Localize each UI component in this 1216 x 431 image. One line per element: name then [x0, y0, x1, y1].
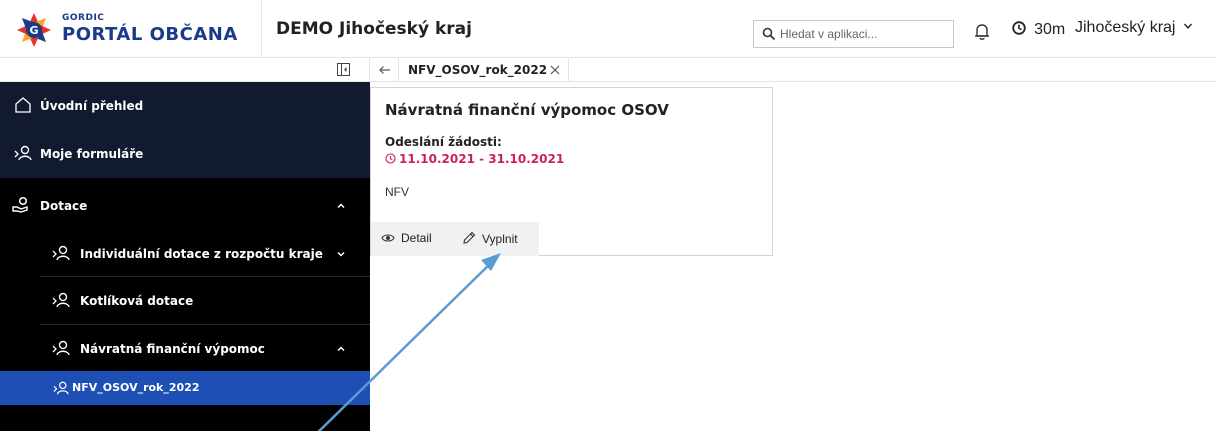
- header-divider: [261, 0, 262, 58]
- sidebar-toolbar: [0, 58, 370, 82]
- chevron-up-icon: [337, 346, 345, 352]
- chevron-up-icon: [337, 203, 345, 209]
- vyplnit-button[interactable]: Vyplnit: [462, 231, 518, 246]
- user-path-icon: [52, 245, 70, 261]
- tab-divider: [568, 58, 569, 82]
- bell-icon[interactable]: [973, 22, 991, 42]
- region-selector[interactable]: Jihočeský kraj: [1075, 19, 1193, 37]
- sidebar-item-nfv-osov-rok-2022[interactable]: NFV_OSOV_rok_2022: [0, 371, 370, 405]
- user-path-icon: [52, 292, 70, 308]
- app-header: G GORDIC PORTÁL OBČANA DEMO Jihočeský kr…: [0, 0, 1216, 58]
- session-timer: 30m: [1012, 19, 1065, 41]
- form-card: Návratná finanční výpomoc OSOV Odeslání …: [370, 87, 773, 256]
- home-icon: [15, 97, 31, 113]
- vyplnit-button-label: Vyplnit: [482, 232, 518, 246]
- gordic-logo-icon: G: [17, 13, 51, 47]
- sidebar-item-label: Návratná finanční výpomoc: [80, 342, 265, 356]
- detail-button[interactable]: Detail: [381, 231, 432, 245]
- brand-name: PORTÁL OBČANA: [62, 24, 238, 45]
- card-subtitle: Odeslání žádosti:: [385, 135, 502, 149]
- card-actions: Detail Vyplnit: [371, 222, 539, 256]
- sidebar-item-label: Úvodní přehled: [40, 99, 144, 113]
- sidebar-item-kotlikova-dotace[interactable]: Kotlíková dotace: [0, 277, 370, 325]
- sidebar-item-label: Moje formuláře: [40, 147, 144, 161]
- brand-small-text: GORDIC: [62, 13, 105, 23]
- date-range-text: 11.10.2021 - 31.10.2021: [399, 152, 565, 166]
- card-title: Návratná finanční výpomoc OSOV: [385, 101, 669, 119]
- search-icon: [762, 27, 776, 41]
- user-path-icon: [14, 145, 32, 161]
- eye-icon: [381, 234, 395, 242]
- detail-button-label: Detail: [401, 231, 432, 245]
- sidebar-item-individualni-dotace[interactable]: Individuální dotace z rozpočtu kraje: [0, 230, 370, 278]
- user-path-icon: [52, 340, 70, 356]
- sidebar-item-label: Individuální dotace z rozpočtu kraje: [80, 247, 323, 261]
- card-code: NFV: [385, 185, 409, 199]
- portal-logo[interactable]: G GORDIC PORTÁL OBČANA: [16, 10, 261, 50]
- sidebar-item-moje-formulare[interactable]: Moje formuláře: [0, 130, 370, 178]
- tab-bar: NFV_OSOV_rok_2022: [370, 58, 1216, 82]
- chevron-down-icon: [1183, 23, 1192, 29]
- tab-divider: [398, 58, 399, 82]
- pencil-icon: [463, 231, 476, 244]
- hand-money-icon: [12, 196, 28, 213]
- sidebar-item-uvodni-prehled[interactable]: Úvodní přehled: [0, 82, 370, 130]
- tab-nfv-osov-rok-2022[interactable]: NFV_OSOV_rok_2022: [408, 63, 547, 77]
- collapse-sidebar-icon[interactable]: [337, 63, 350, 76]
- timer-value: 30m: [1034, 21, 1066, 38]
- card-date-range: 11.10.2021 - 31.10.2021: [385, 152, 564, 166]
- back-arrow-icon[interactable]: [378, 63, 392, 77]
- sidebar-item-label: NFV_OSOV_rok_2022: [72, 381, 200, 394]
- sidebar-item-label: Kotlíková dotace: [80, 294, 194, 308]
- close-icon[interactable]: [550, 65, 560, 75]
- sidebar-item-dotace[interactable]: Dotace: [0, 182, 370, 230]
- sidebar-item-navratna-financni-vypomoc[interactable]: Návratná finanční výpomoc: [0, 325, 370, 373]
- chevron-down-icon: [337, 251, 345, 257]
- search-input[interactable]: [780, 25, 948, 43]
- search-box[interactable]: [753, 20, 954, 48]
- sidebar-nav: Úvodní přehled Moje formuláře Dotace Ind…: [0, 82, 370, 431]
- region-label: Jihočeský kraj: [1075, 19, 1176, 36]
- app-title: DEMO Jihočeský kraj: [276, 19, 472, 39]
- clock-icon: [385, 153, 396, 164]
- clock-icon: [1012, 21, 1026, 35]
- sidebar-item-label: Dotace: [40, 199, 88, 213]
- user-path-icon: [53, 381, 69, 395]
- svg-text:G: G: [29, 24, 38, 37]
